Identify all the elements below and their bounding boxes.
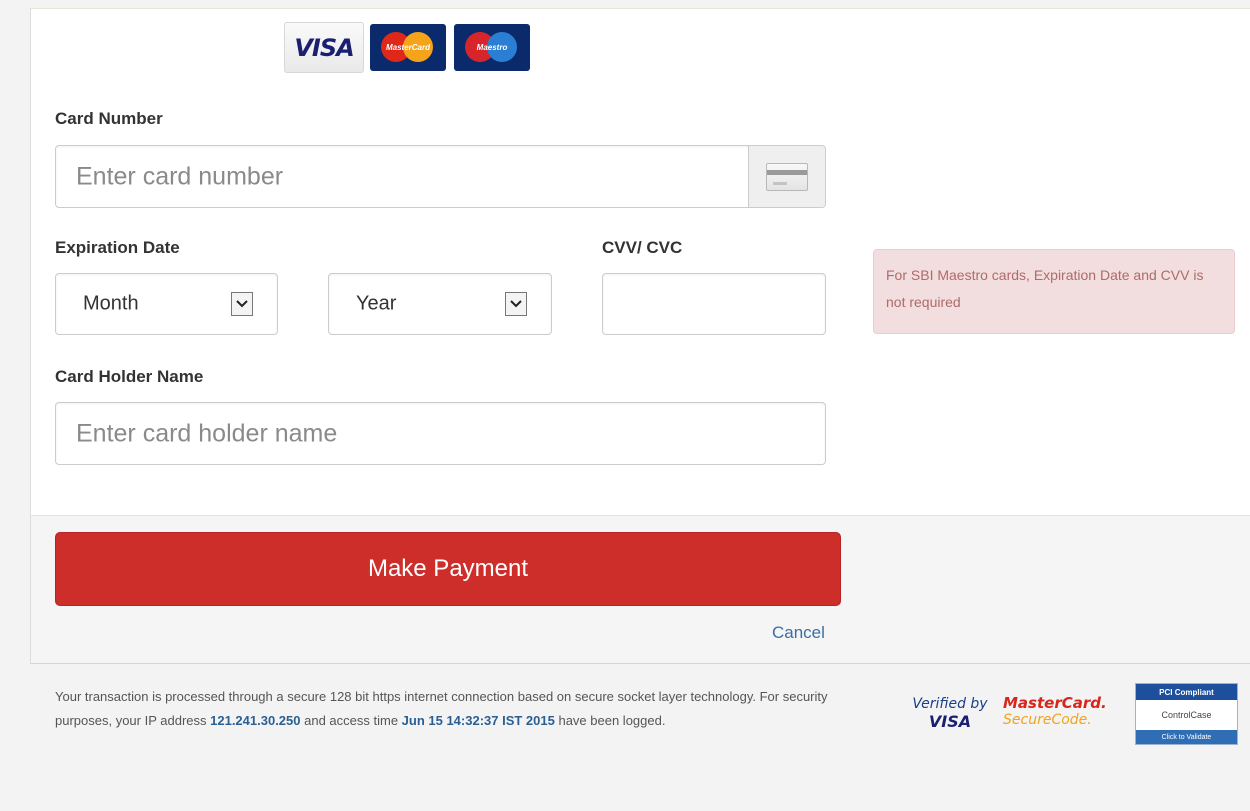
cvv-input[interactable] <box>602 273 826 335</box>
year-select-value: Year <box>356 292 397 315</box>
chevron-down-icon <box>505 292 527 316</box>
credit-card-icon <box>766 162 808 191</box>
card-number-input[interactable]: Enter card number <box>55 145 826 208</box>
card-number-label: Card Number <box>55 109 163 128</box>
month-select-value: Month <box>83 292 139 315</box>
verified-by-visa-badge: Verified by VISA <box>912 696 988 731</box>
card-number-placeholder: Enter card number <box>76 162 284 190</box>
pci-compliant-badge[interactable]: PCI Compliant ControlCase Click to Valid… <box>1135 683 1238 745</box>
access-time: Jun 15 14:32:37 IST 2015 <box>401 713 555 728</box>
visa-logo-text: VISA <box>294 33 354 62</box>
expiration-date-label: Expiration Date <box>55 238 180 257</box>
cvv-label: CVV/ CVC <box>602 238 683 257</box>
year-select[interactable]: Year <box>328 273 552 335</box>
visa-logo: VISA <box>284 22 364 73</box>
card-holder-input[interactable]: Enter card holder name <box>55 402 826 465</box>
maestro-notice: For SBI Maestro cards, Expiration Date a… <box>873 249 1235 334</box>
cancel-link[interactable]: Cancel <box>772 623 825 643</box>
card-holder-placeholder: Enter card holder name <box>76 419 338 447</box>
security-notice: Your transaction is processed through a … <box>55 689 828 728</box>
maestro-logo-text: Maestro <box>476 43 508 52</box>
ip-address: 121.241.30.250 <box>210 713 301 728</box>
card-holder-label: Card Holder Name <box>55 367 204 386</box>
card-addon <box>748 146 825 207</box>
chevron-down-icon <box>231 292 253 316</box>
mastercard-logo-text: MasterCard <box>385 43 430 52</box>
maestro-logo: Maestro <box>452 22 532 73</box>
mastercard-securecode-badge: MasterCard. SecureCode. <box>1003 694 1107 728</box>
make-payment-button[interactable]: Make Payment <box>55 532 841 606</box>
card-logos: VISA MasterCard Maestro <box>284 22 532 73</box>
month-select[interactable]: Month <box>55 273 278 335</box>
mastercard-logo: MasterCard <box>368 22 448 73</box>
